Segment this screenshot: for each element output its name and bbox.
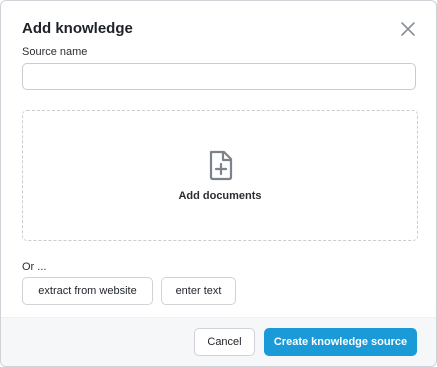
enter-text-button[interactable]: enter text: [161, 277, 236, 305]
cancel-button[interactable]: Cancel: [194, 328, 255, 356]
close-icon[interactable]: [399, 20, 417, 38]
source-name-input[interactable]: [22, 63, 416, 90]
add-knowledge-dialog: Add knowledge Source name Add documents …: [0, 0, 437, 367]
dialog-footer: Cancel Create knowledge source: [1, 317, 436, 366]
source-name-label: Source name: [22, 46, 88, 58]
extract-from-website-button[interactable]: extract from website: [22, 277, 153, 305]
or-label: Or ...: [22, 261, 47, 273]
dialog-title: Add knowledge: [22, 20, 133, 37]
create-knowledge-source-button[interactable]: Create knowledge source: [264, 328, 417, 356]
add-documents-dropzone[interactable]: Add documents: [22, 110, 418, 241]
add-documents-label: Add documents: [178, 190, 262, 202]
file-add-icon: [209, 150, 233, 181]
